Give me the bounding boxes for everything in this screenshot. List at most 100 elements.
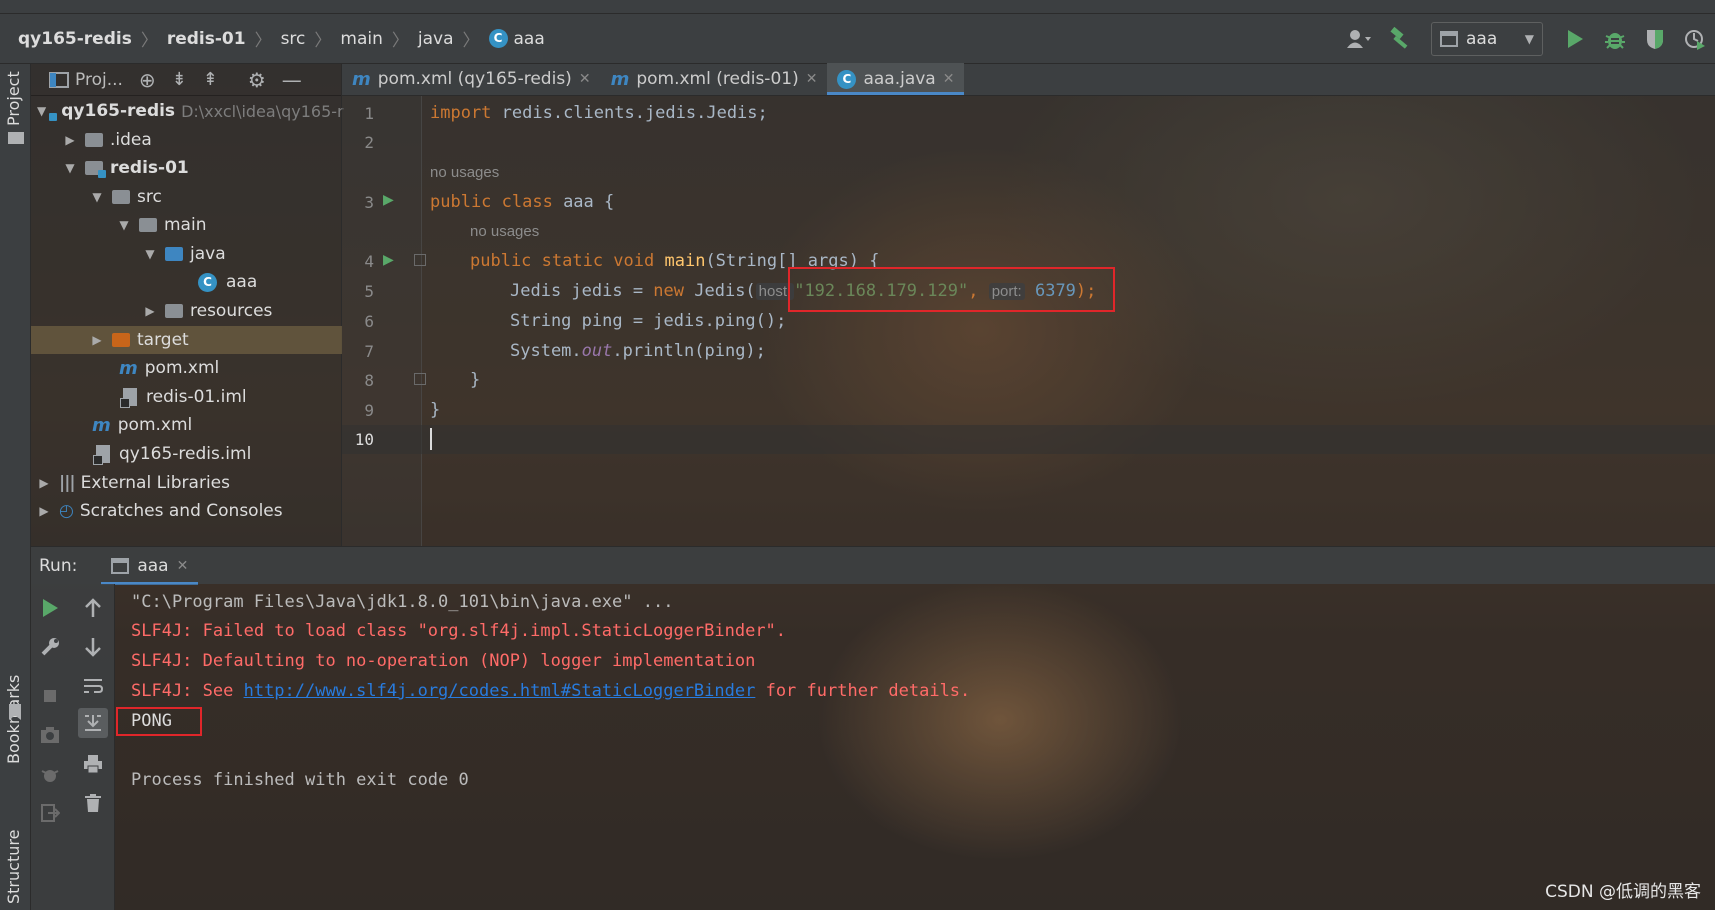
fold-icon[interactable] — [414, 373, 426, 385]
tree-item-root-iml[interactable]: qy165-redis.iml — [31, 440, 342, 468]
tree-item-root-pom[interactable]: m pom.xml — [31, 411, 342, 439]
tab-pom-module[interactable]: m pom.xml (redis-01) ✕ — [601, 63, 828, 95]
camera-icon[interactable] — [35, 720, 65, 750]
wrench-icon[interactable] — [35, 632, 65, 662]
tree-item-module-pom[interactable]: m pom.xml — [31, 354, 342, 382]
run-gutter-icon[interactable]: ▶ — [383, 192, 394, 208]
line-number: 8 — [364, 371, 374, 390]
run-gutter-icon[interactable]: ▶ — [383, 252, 394, 268]
module-folder-icon — [85, 161, 106, 178]
debug-icon[interactable] — [1597, 21, 1633, 57]
chevron-right-icon[interactable]: ▶ — [37, 476, 51, 490]
breadcrumb-src[interactable]: src — [281, 29, 306, 49]
code-line-6: String ping = jedis.ping(); — [510, 311, 787, 331]
fold-icon[interactable] — [414, 254, 426, 266]
run-icon[interactable] — [1557, 21, 1593, 57]
code-line-8: } — [470, 370, 481, 390]
usages-hint[interactable]: no usages — [470, 223, 539, 240]
tree-item-label: qy165-redis.iml — [119, 444, 252, 464]
close-icon[interactable]: ✕ — [806, 71, 818, 87]
user-icon[interactable] — [1341, 21, 1377, 57]
chevron-down-icon[interactable]: ▼ — [37, 104, 46, 118]
gear-icon[interactable]: ⚙ — [248, 68, 266, 92]
tab-label: pom.xml (redis-01) — [636, 69, 799, 89]
maven-icon: m — [352, 68, 371, 90]
tree-item-idea[interactable]: ▶ .idea — [31, 126, 342, 154]
tree-item-java[interactable]: ▼ java — [31, 240, 342, 268]
close-icon[interactable]: ✕ — [177, 558, 189, 574]
line-number: 5 — [364, 282, 374, 301]
rerun-icon[interactable] — [35, 593, 65, 623]
tree-item-resources[interactable]: ▶ resources — [31, 297, 342, 325]
profile-icon[interactable] — [1677, 21, 1713, 57]
chevron-down-icon[interactable]: ▼ — [90, 190, 104, 204]
chevron-right-icon[interactable]: ▶ — [90, 333, 104, 347]
breadcrumb-separator: 〉 — [140, 31, 158, 51]
run-configuration-select[interactable]: aaa ▼ — [1431, 22, 1543, 56]
usages-hint[interactable]: no usages — [430, 164, 499, 181]
main-toolbar: aaa ▼ — [1339, 14, 1715, 64]
breadcrumb-class[interactable]: aaa — [514, 29, 545, 49]
trash-icon[interactable] — [78, 788, 108, 818]
tree-item-module-iml[interactable]: redis-01.iml — [31, 383, 342, 411]
folder-icon — [8, 132, 24, 144]
project-tool-tab[interactable]: Project — [4, 71, 23, 126]
close-icon[interactable]: ✕ — [943, 71, 955, 87]
breadcrumb-java[interactable]: java — [418, 29, 454, 49]
chevron-right-icon[interactable]: ▶ — [63, 133, 77, 147]
tree-item-label: main — [164, 215, 207, 235]
scroll-to-end-icon[interactable] — [78, 708, 108, 738]
chevron-right-icon[interactable]: ▶ — [37, 504, 51, 518]
soft-wrap-icon[interactable] — [78, 671, 108, 701]
tree-item-main[interactable]: ▼ main — [31, 211, 342, 239]
tab-aaa-java[interactable]: C aaa.java ✕ — [827, 63, 965, 95]
arrow-up-icon[interactable] — [78, 593, 108, 623]
tree-item-external-libraries[interactable]: ▶ ||| External Libraries — [31, 469, 342, 497]
tree-item-aaa[interactable]: C aaa — [31, 268, 342, 296]
breadcrumb-separator: 〉 — [391, 31, 409, 51]
tab-pom-root[interactable]: m pom.xml (qy165-redis) ✕ — [342, 63, 601, 95]
chevron-down-icon[interactable]: ▼ — [63, 161, 77, 175]
maven-icon: m — [119, 357, 138, 379]
debug-settings-icon[interactable] — [35, 760, 65, 790]
tree-item-label: .idea — [110, 130, 152, 150]
project-view-icon — [49, 71, 69, 88]
project-view-selector[interactable]: Proj... — [49, 70, 123, 90]
slf4j-link[interactable]: http://www.slf4j.org/codes.html#StaticLo… — [244, 681, 756, 701]
console-line-exit: Process finished with exit code 0 — [131, 770, 469, 790]
project-panel-header: Proj... ⊕ ⇟ ⇞ ⚙ — — [31, 64, 341, 96]
breadcrumb-project[interactable]: qy165-redis — [18, 29, 132, 49]
chevron-down-icon[interactable]: ▼ — [143, 247, 157, 261]
breadcrumb-separator: 〉 — [462, 31, 480, 51]
tree-item-target[interactable]: ▶ target — [31, 326, 342, 354]
tree-item-redis-01[interactable]: ▼ redis-01 — [31, 154, 342, 182]
tree-item-label: resources — [190, 301, 273, 321]
project-panel-title: Proj... — [75, 69, 123, 90]
tree-item-label: redis-01 — [110, 158, 189, 178]
build-hammer-icon[interactable] — [1381, 21, 1417, 57]
collapse-all-icon[interactable]: ⇞ — [203, 69, 218, 90]
expand-all-icon[interactable]: ⇟ — [172, 69, 187, 90]
stop-icon[interactable] — [35, 681, 65, 711]
breadcrumb-module[interactable]: redis-01 — [167, 29, 246, 49]
line-number: 1 — [364, 104, 374, 123]
structure-tool-tab[interactable]: Structure — [4, 830, 23, 904]
locate-icon[interactable]: ⊕ — [139, 68, 156, 92]
arrow-down-icon[interactable] — [78, 632, 108, 662]
chevron-down-icon[interactable]: ▼ — [117, 218, 131, 232]
run-tab-aaa[interactable]: aaa ✕ — [101, 547, 199, 585]
line-number: 10 — [354, 430, 374, 449]
menu-bar — [0, 0, 1715, 14]
maven-icon: m — [92, 414, 111, 436]
library-icon: ||| — [59, 473, 76, 493]
close-icon[interactable]: ✕ — [579, 71, 591, 87]
tree-item-project-root[interactable]: ▼ qy165-redis D:\xxcl\idea\qy165-r — [31, 97, 344, 125]
coverage-icon[interactable] — [1637, 21, 1673, 57]
exit-icon[interactable] — [35, 798, 65, 828]
hide-panel-icon[interactable]: — — [282, 68, 302, 92]
breadcrumb-main[interactable]: main — [340, 29, 382, 49]
print-icon[interactable] — [78, 749, 108, 779]
tree-item-src[interactable]: ▼ src — [31, 183, 342, 211]
tree-item-scratches[interactable]: ▶ ◴ Scratches and Consoles — [31, 497, 342, 525]
chevron-right-icon[interactable]: ▶ — [143, 304, 157, 318]
